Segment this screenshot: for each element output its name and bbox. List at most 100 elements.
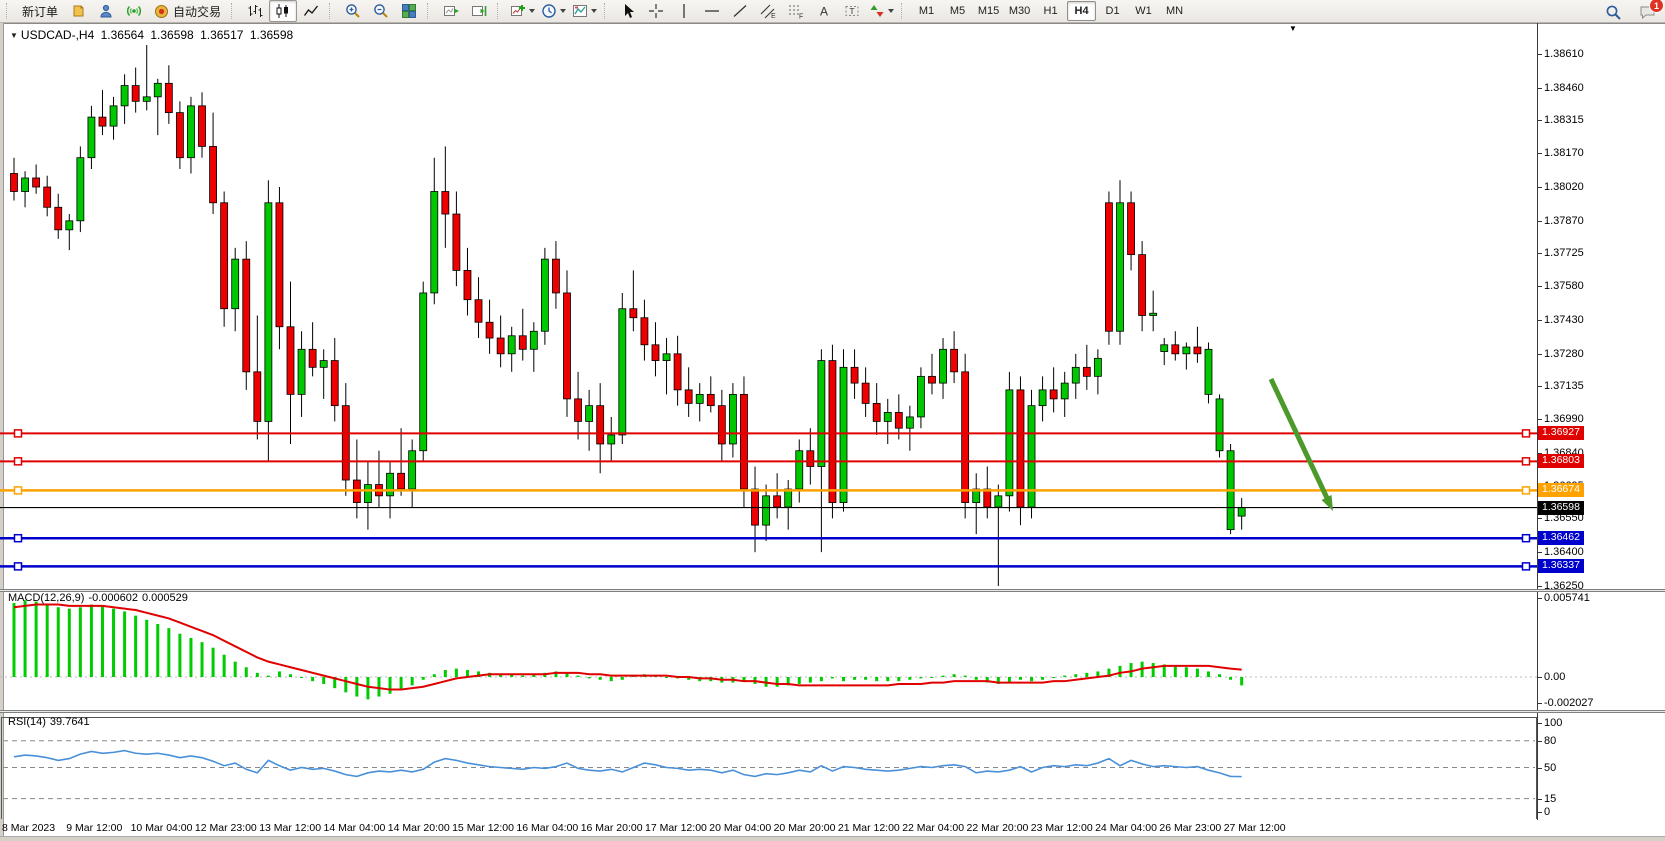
timeframe-m15[interactable]: M15 (974, 1, 1003, 21)
time-axis-label: 12 Mar 23:00 (195, 822, 257, 834)
crosshair-tool-button[interactable] (642, 0, 670, 22)
auto-trading-button[interactable]: 自动交易 (148, 0, 227, 22)
chart-shift-button[interactable] (465, 0, 493, 22)
price-axis-tick: 1.36990 (1544, 413, 1584, 425)
timeframe-m1[interactable]: M1 (912, 1, 941, 21)
candle-body (431, 192, 438, 293)
price-axis-tick: 1.37280 (1544, 348, 1584, 360)
price-tag: 1.36674 (1538, 483, 1584, 497)
timeframe-h1[interactable]: H1 (1036, 1, 1065, 21)
price-axis-tick: 1.37870 (1544, 215, 1584, 227)
candle-body (1139, 255, 1146, 316)
candle-body (895, 412, 902, 428)
price-chart-pane[interactable] (0, 23, 1537, 589)
time-axis-label: 13 Mar 12:00 (259, 822, 321, 834)
candle-body (906, 417, 913, 428)
arrow-head-icon[interactable] (1322, 495, 1334, 511)
horizontal-line-tool-button[interactable] (698, 0, 726, 22)
price-axis-line (1537, 23, 1538, 820)
tile-windows-button[interactable] (395, 0, 423, 22)
trendline-tool-button[interactable] (726, 0, 754, 22)
periods-button[interactable] (538, 0, 569, 22)
zoom-in-button[interactable] (339, 0, 367, 22)
line-handle[interactable] (15, 458, 22, 465)
candle-body (1172, 345, 1179, 354)
bar-chart-button[interactable] (241, 0, 269, 22)
notification-badge: 1 (1649, 0, 1664, 13)
auto-scroll-button[interactable] (437, 0, 465, 22)
timeframe-m5[interactable]: M5 (943, 1, 972, 21)
timeframe-w1[interactable]: W1 (1129, 1, 1158, 21)
candle-body (1238, 508, 1245, 517)
line-handle[interactable] (1523, 430, 1530, 437)
candle-body (962, 372, 969, 503)
pane-separator[interactable] (0, 710, 1665, 713)
search-button[interactable] (1599, 1, 1627, 23)
toolbar-grip (329, 3, 336, 19)
collapse-triangle-icon[interactable]: ▼ (10, 31, 18, 40)
notifications-button[interactable]: 1 (1633, 1, 1661, 23)
time-axis-label: 14 Mar 04:00 (324, 822, 386, 834)
candle-body (309, 349, 316, 367)
fibonacci-tool-button[interactable]: F (782, 0, 810, 22)
macd-histogram-bar (1119, 666, 1122, 677)
macd-histogram-bar (908, 677, 911, 680)
indicators-button[interactable] (507, 0, 538, 22)
macd-pane[interactable] (0, 592, 1537, 710)
macd-histogram-bar (311, 677, 314, 681)
candle-body (176, 113, 183, 158)
macd-histogram-bar (1185, 667, 1188, 677)
vertical-line-tool-button[interactable] (670, 0, 698, 22)
timeframe-mn[interactable]: MN (1160, 1, 1189, 21)
time-axis-label: 27 Mar 12:00 (1224, 822, 1286, 834)
text-tool-button[interactable]: A (810, 0, 838, 22)
candle-body (685, 390, 692, 404)
ohlc-close: 1.36598 (250, 28, 293, 42)
timeframe-d1[interactable]: D1 (1098, 1, 1127, 21)
line-handle[interactable] (15, 535, 22, 542)
candle-body (44, 187, 51, 207)
candle-body (818, 361, 825, 467)
zoom-out-button[interactable] (367, 0, 395, 22)
new-order-button[interactable]: 新订单 (16, 0, 64, 22)
toolbar: 新订单 自动交易 (0, 0, 1665, 23)
macd-histogram-bar (1218, 674, 1221, 677)
line-handle[interactable] (15, 563, 22, 570)
arrow-shaft[interactable] (1271, 379, 1327, 498)
price-tag: 1.36803 (1538, 454, 1584, 468)
line-handle[interactable] (1523, 458, 1530, 465)
time-axis-label: 26 Mar 23:00 (1159, 822, 1221, 834)
cursor-tool-button[interactable] (614, 0, 642, 22)
line-handle[interactable] (1523, 535, 1530, 542)
macd-histogram-bar (223, 655, 226, 677)
horizontal-line-icon (704, 3, 720, 19)
rsi-name: RSI(14) (8, 716, 46, 728)
channel-tool-button[interactable]: E (754, 0, 782, 22)
macd-histogram-bar (599, 677, 602, 680)
rsi-pane[interactable] (0, 713, 1537, 819)
macd-histogram-bar (389, 677, 392, 694)
line-handle[interactable] (15, 430, 22, 437)
new-order-label: 新订单 (22, 3, 58, 20)
candle-body (663, 354, 670, 361)
signals-button[interactable] (120, 0, 148, 22)
templates-button[interactable] (569, 0, 600, 22)
label-tool-button[interactable]: T (838, 0, 866, 22)
candlestick-chart-button[interactable] (269, 0, 297, 22)
price-tag: 1.36337 (1538, 559, 1584, 573)
chart-shift-marker-icon[interactable]: ▼ (1289, 24, 1297, 33)
new-chart-button[interactable] (64, 0, 92, 22)
line-handle[interactable] (1523, 563, 1530, 570)
timeframe-h4[interactable]: H4 (1067, 1, 1096, 21)
line-handle[interactable] (15, 487, 22, 494)
timeframe-m30[interactable]: M30 (1005, 1, 1034, 21)
macd-histogram-bar (377, 677, 380, 697)
macd-histogram-bar (1063, 676, 1066, 677)
line-handle[interactable] (1523, 487, 1530, 494)
line-chart-button[interactable] (297, 0, 325, 22)
macd-histogram-bar (13, 603, 16, 677)
pane-separator[interactable] (0, 589, 1665, 592)
profile-button[interactable] (92, 0, 120, 22)
rsi-line (14, 751, 1242, 777)
arrows-tool-button[interactable] (866, 0, 897, 22)
